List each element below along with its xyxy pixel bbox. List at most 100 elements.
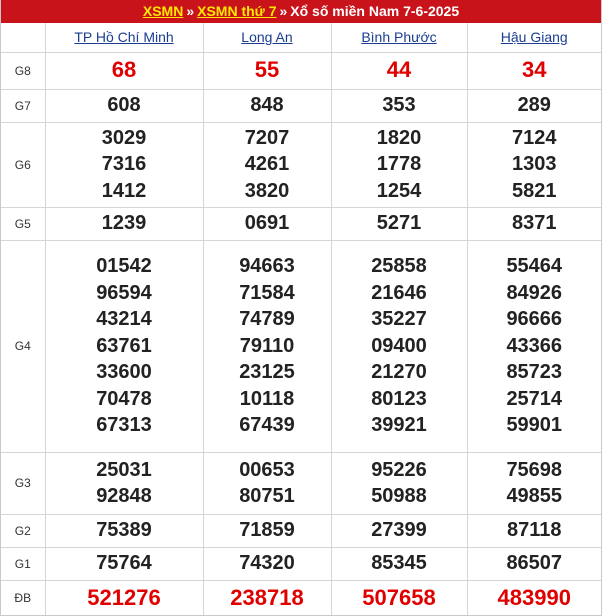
- prize-number: 8371: [512, 212, 557, 235]
- prize-label: G5: [1, 206, 46, 241]
- result-cell: 74320: [202, 546, 332, 581]
- prize-number: 71584: [239, 281, 295, 304]
- result-cell: 94663 71584 74789 79110 23125 10118 67439: [202, 239, 332, 453]
- prize-number: 86507: [506, 552, 563, 575]
- prize-row: G6 3029 7316 1412 7207 4261 3820 1820 1778 1254 71…: [1, 121, 601, 208]
- prize-number: 7124: [512, 126, 557, 149]
- prize-number: 70478: [96, 387, 152, 410]
- result-cell: 01542 96594 43214 63761 33600 70478 67313: [44, 239, 204, 453]
- prize-number: 7316: [101, 153, 147, 176]
- result-cell: 238718: [202, 579, 332, 615]
- results-table: TP Hồ Chí Minh Long An Bình Phước Hậu Gi…: [1, 23, 601, 615]
- prize-number: 25031: [96, 458, 152, 481]
- result-cell: 87118: [466, 513, 601, 548]
- result-cell: 8371: [466, 206, 601, 241]
- prize-number: 79110: [239, 334, 295, 357]
- prize-number: 21270: [371, 361, 427, 384]
- result-cell: 7207 4261 3820: [202, 121, 332, 208]
- prize-number: 94663: [239, 255, 295, 278]
- xsmn-link[interactable]: XSMN: [143, 3, 183, 19]
- province-cell: TP Hồ Chí Minh: [44, 23, 204, 53]
- prize-number: 96594: [96, 281, 152, 304]
- result-cell: 34: [466, 51, 601, 90]
- prize-number: 1820: [376, 126, 422, 149]
- prize-number: 85723: [506, 361, 563, 384]
- result-cell: 1239: [44, 206, 204, 241]
- result-cell: 483990: [466, 579, 601, 615]
- prize-label: G8: [1, 51, 46, 90]
- prize-number: 92848: [96, 485, 152, 507]
- prize-number: 55464: [506, 255, 563, 278]
- prize-label: G3: [1, 451, 46, 515]
- prize-number: 1239: [101, 212, 147, 235]
- result-cell: 1820 1778 1254: [330, 121, 468, 208]
- prize-number: 289: [517, 94, 551, 117]
- result-cell: 85345: [330, 546, 468, 581]
- result-cell: 848: [202, 88, 332, 123]
- result-cell: 75389: [44, 513, 204, 548]
- prize-number: 95226: [371, 458, 427, 481]
- prize-number: 96666: [506, 308, 563, 331]
- prize-number: 55: [254, 57, 280, 83]
- prize-number: 44: [386, 57, 412, 83]
- prize-row: G3 25031 92848 00653 80751 95226 50988 75698 498…: [1, 451, 601, 515]
- province-header-row: TP Hồ Chí Minh Long An Bình Phước Hậu Gi…: [1, 23, 601, 53]
- prize-number: 608: [107, 94, 141, 117]
- prize-number: 87118: [506, 519, 562, 542]
- result-cell: 3029 7316 1412: [44, 121, 204, 208]
- result-cell: 71859: [202, 513, 332, 548]
- result-cell: 27399: [330, 513, 468, 548]
- prize-number: 71859: [239, 519, 295, 542]
- result-cell: 0691: [202, 206, 332, 241]
- result-cell: 25858 21646 35227 09400 21270 80123 39921: [330, 239, 468, 453]
- prize-number: 3029: [101, 126, 147, 149]
- prize-number: 75389: [96, 519, 152, 542]
- breadcrumb-separator: »: [186, 3, 195, 19]
- province-link-long-an[interactable]: Long An: [241, 29, 292, 45]
- prize-row: G1 75764 74320 85345 86507: [1, 546, 601, 581]
- prize-number: 35227: [371, 308, 427, 331]
- prize-number: 63761: [96, 334, 152, 357]
- result-cell: 507658: [330, 579, 468, 615]
- prize-number: 33600: [96, 361, 152, 384]
- result-cell: 521276: [44, 579, 204, 615]
- result-cell: 75764: [44, 546, 204, 581]
- prize-label: ĐB: [1, 579, 46, 615]
- prize-number: 75764: [96, 552, 152, 575]
- prize-number: 5821: [512, 179, 557, 202]
- special-prize-number: 238718: [230, 584, 304, 610]
- prize-number: 23125: [239, 361, 295, 384]
- prize-number: 1778: [376, 153, 422, 176]
- province-link-binh-phuoc[interactable]: Bình Phước: [361, 29, 436, 45]
- result-cell: 86507: [466, 546, 601, 581]
- result-cell: 55464 84926 96666 43366 85723 25714 59901: [466, 239, 601, 453]
- special-prize-number: 507658: [362, 584, 436, 610]
- prize-number: 67439: [239, 414, 295, 437]
- prize-number: 39921: [371, 414, 427, 437]
- prize-label: G1: [1, 546, 46, 581]
- result-cell: 55: [202, 51, 332, 90]
- page-title: Xổ số miền Nam 7-6-2025: [290, 3, 460, 19]
- prize-number: 75698: [506, 458, 563, 481]
- prize-number: 74789: [239, 308, 295, 331]
- breadcrumb-separator: »: [279, 3, 288, 19]
- province-link-hau-giang[interactable]: Hậu Giang: [501, 29, 568, 45]
- province-cell: Hậu Giang: [466, 23, 601, 53]
- corner-cell: [1, 23, 46, 53]
- prize-number: 68: [111, 57, 137, 83]
- province-link-tp-ho-chi-minh[interactable]: TP Hồ Chí Minh: [74, 29, 173, 45]
- prize-number: 5271: [376, 212, 422, 235]
- prize-number: 49855: [506, 485, 563, 507]
- prize-number: 43366: [506, 334, 563, 357]
- province-cell: Bình Phước: [330, 23, 468, 53]
- prize-number: 1254: [376, 179, 422, 202]
- prize-number: 10118: [239, 387, 295, 410]
- prize-row: G4 01542 96594 43214 63761 33600 70478 67313 946…: [1, 239, 601, 453]
- special-prize-number: 521276: [87, 584, 161, 610]
- prize-row: G7 608 848 353 289: [1, 88, 601, 123]
- xsmn-thu7-link[interactable]: XSMN thứ 7: [197, 3, 276, 19]
- prize-number: 0691: [244, 212, 290, 235]
- prize-number: 43214: [96, 308, 152, 331]
- prize-number: 50988: [371, 485, 427, 507]
- result-cell: 75698 49855: [466, 451, 601, 515]
